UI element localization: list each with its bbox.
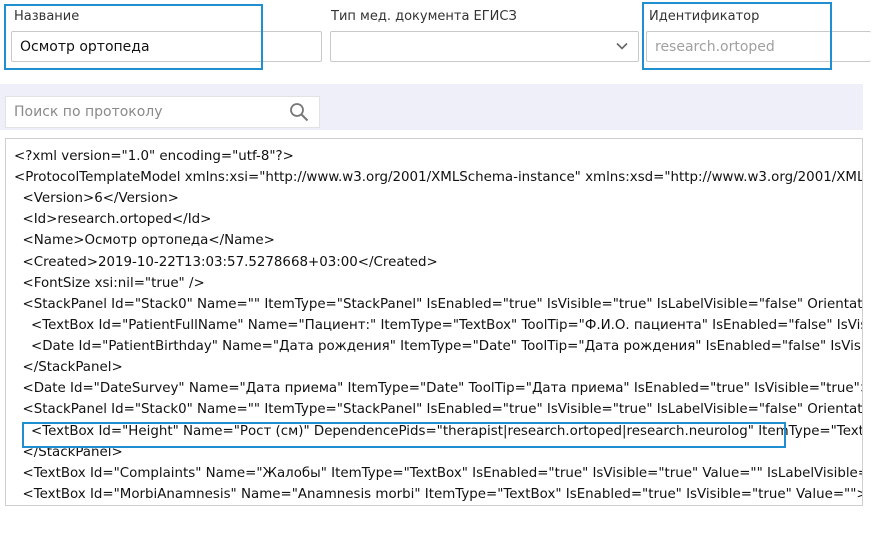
xml-line: </StackPanel> — [14, 445, 123, 460]
xml-line: <Version>6</Version> — [14, 191, 179, 206]
xml-line: <TextBox Id="PatientFullName" Name="Паци… — [14, 318, 863, 333]
xml-line: <TextBox Id="MorbiAnamnesis" Name="Anamn… — [14, 487, 863, 502]
chevron-down-icon — [616, 42, 628, 50]
doc-type-field-label: Тип мед. документа ЕГИСЗ — [331, 9, 517, 24]
xml-line: <StackPanel Id="Stack0" Name="" ItemType… — [22, 402, 863, 417]
xml-editor[interactable]: <?xml version="1.0" encoding="utf-8"?> <… — [5, 138, 863, 506]
search-icon[interactable] — [289, 102, 309, 122]
identifier-field-label: Идентификатор — [649, 9, 760, 24]
xml-line: <?xml version="1.0" encoding="utf-8"?> — [14, 149, 294, 164]
search-input[interactable] — [6, 97, 284, 127]
xml-line: <TextBox Id="Complaints" Name="Жалобы" I… — [14, 466, 863, 481]
search-box[interactable] — [5, 96, 320, 128]
name-field-label: Название — [14, 9, 80, 24]
identifier-input[interactable] — [646, 31, 871, 62]
xml-line: <ProtocolTemplateModel xmlns:xsi="http:/… — [14, 170, 863, 185]
xml-line: <Date Id="DateSurvey" Name="Дата приема"… — [14, 381, 863, 396]
xml-line: <TextBox Id="Height" Name="Рост (см)" De… — [14, 424, 863, 439]
xml-line: <Created>2019-10-22T13:03:57.5278668+03:… — [14, 255, 438, 270]
xml-line: <Id>research.ortoped</Id> — [14, 212, 212, 227]
xml-line: <Date Id="PatientBirthday" Name="Дата ро… — [14, 339, 863, 354]
xml-line: <Name>Осмотр ортопеда</Name> — [14, 233, 275, 248]
xml-line: <FontSize xsi:nil="true" /> — [14, 276, 205, 291]
xml-line: <StackPanel Id="Stack0" Name="" ItemType… — [22, 297, 863, 312]
xml-line: </StackPanel> — [14, 360, 123, 375]
doc-type-select[interactable] — [330, 31, 639, 62]
name-input[interactable] — [11, 31, 322, 62]
